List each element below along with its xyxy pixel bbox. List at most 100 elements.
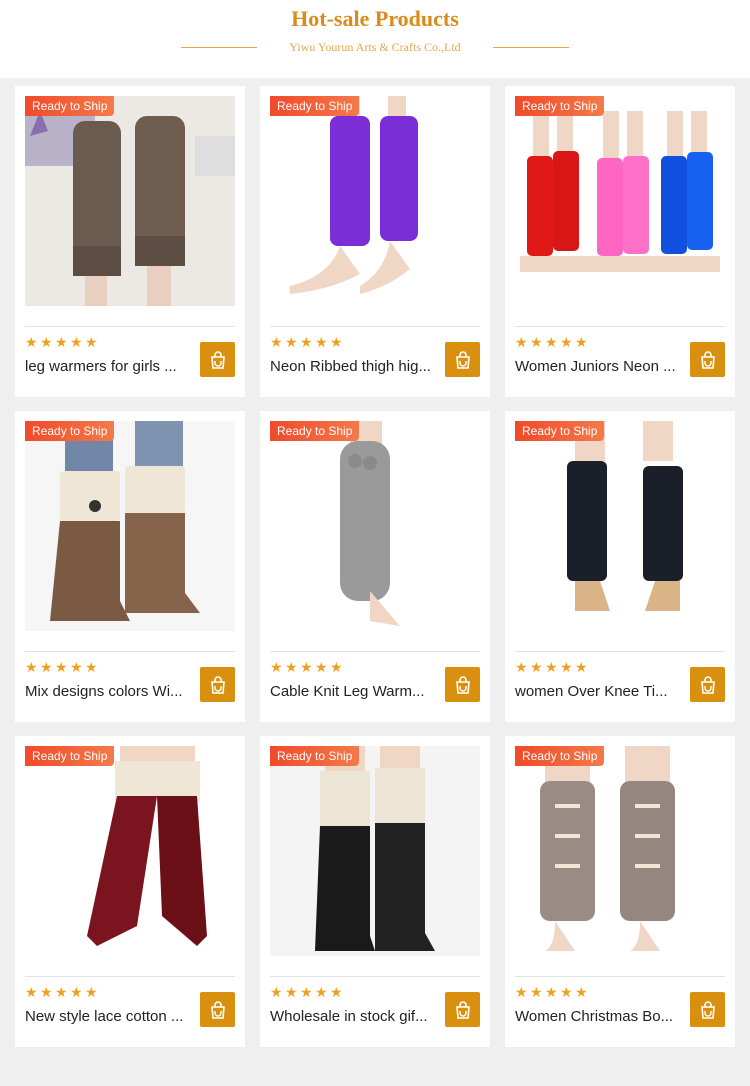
star-icon: ★: [40, 660, 53, 676]
section-header: Hot-sale Products Yiwu Yourun Arts & Cra…: [0, 0, 750, 78]
card-divider: [515, 651, 725, 652]
product-card[interactable]: Ready to Ship ★ ★ ★ ★ ★ New style lace cotton …: [15, 736, 245, 1047]
add-to-cart-button[interactable]: [200, 342, 235, 377]
product-name[interactable]: Women Juniors Neon ...: [515, 358, 683, 375]
add-to-cart-button[interactable]: [200, 992, 235, 1027]
star-icon: ★: [530, 335, 543, 351]
star-icon: ★: [300, 335, 313, 351]
product-name[interactable]: women Over Knee Ti...: [515, 683, 683, 700]
star-icon: ★: [300, 660, 313, 676]
product-name[interactable]: Women Christmas Bo...: [515, 1008, 683, 1025]
product-name[interactable]: leg warmers for girls ...: [25, 358, 193, 375]
star-icon: ★: [55, 985, 68, 1001]
product-name[interactable]: Mix designs colors Wi...: [25, 683, 193, 700]
star-icon: ★: [530, 985, 543, 1001]
product-card[interactable]: Ready to Ship ★ ★ ★ ★ ★ Cable Knit Leg Warm...: [260, 411, 490, 722]
star-icon: ★: [545, 335, 558, 351]
product-name[interactable]: Neon Ribbed thigh hig...: [270, 358, 438, 375]
star-icon: ★: [575, 660, 588, 676]
star-icon: ★: [315, 985, 328, 1001]
add-to-cart-button[interactable]: [445, 667, 480, 702]
rating-stars: ★ ★ ★ ★ ★: [515, 661, 589, 675]
star-icon: ★: [315, 660, 328, 676]
ready-to-ship-badge: Ready to Ship: [25, 96, 115, 116]
shopping-bag-icon: [700, 350, 715, 369]
add-to-cart-button[interactable]: [690, 342, 725, 377]
rating-stars: ★ ★ ★ ★ ★: [25, 336, 99, 350]
product-card[interactable]: Ready to Ship ★ ★ ★ ★ ★ women Over Knee Ti...: [505, 411, 735, 722]
product-image[interactable]: [515, 421, 725, 631]
star-icon: ★: [560, 985, 573, 1001]
product-photo: [515, 96, 725, 306]
shopping-bag-icon: [455, 1000, 470, 1019]
star-icon: ★: [270, 660, 283, 676]
product-photo: [515, 421, 725, 631]
rating-stars: ★ ★ ★ ★ ★: [515, 336, 589, 350]
star-icon: ★: [330, 660, 343, 676]
product-image[interactable]: [515, 746, 725, 956]
product-card[interactable]: Ready to Ship ★ ★ ★ ★ ★ leg warmers for girls …: [15, 86, 245, 397]
star-icon: ★: [85, 660, 98, 676]
product-card[interactable]: Ready to Ship ★ ★ ★ ★ ★ Mix designs colors Wi.…: [15, 411, 245, 722]
product-photo: [270, 421, 480, 631]
ready-to-ship-badge: Ready to Ship: [515, 421, 605, 441]
add-to-cart-button[interactable]: [690, 667, 725, 702]
ready-to-ship-badge: Ready to Ship: [270, 421, 360, 441]
product-card[interactable]: Ready to Ship ★ ★ ★ ★ ★ Wholesale in stock gif…: [260, 736, 490, 1047]
ready-to-ship-badge: Ready to Ship: [515, 746, 605, 766]
star-icon: ★: [85, 985, 98, 1001]
product-name[interactable]: Wholesale in stock gif...: [270, 1008, 438, 1025]
star-icon: ★: [330, 335, 343, 351]
product-photo: [270, 96, 480, 306]
star-icon: ★: [270, 335, 283, 351]
star-icon: ★: [560, 335, 573, 351]
rating-stars: ★ ★ ★ ★ ★: [270, 336, 344, 350]
star-icon: ★: [545, 985, 558, 1001]
star-icon: ★: [560, 660, 573, 676]
shopping-bag-icon: [700, 1000, 715, 1019]
product-image[interactable]: [25, 96, 235, 306]
star-icon: ★: [330, 985, 343, 1001]
product-card[interactable]: Ready to Ship ★ ★ ★ ★ ★ Women Christmas Bo...: [505, 736, 735, 1047]
star-icon: ★: [25, 660, 38, 676]
star-icon: ★: [25, 335, 38, 351]
product-card[interactable]: Ready to Ship ★ ★ ★ ★ ★ Women Juniors Neon ...: [505, 86, 735, 397]
add-to-cart-button[interactable]: [445, 342, 480, 377]
product-card[interactable]: Ready to Ship ★ ★ ★ ★ ★ Neon Ribbed thigh hig.…: [260, 86, 490, 397]
product-name[interactable]: Cable Knit Leg Warm...: [270, 683, 438, 700]
product-photo: [25, 421, 235, 631]
star-icon: ★: [575, 335, 588, 351]
star-icon: ★: [515, 985, 528, 1001]
star-icon: ★: [285, 660, 298, 676]
product-image[interactable]: [25, 746, 235, 956]
star-icon: ★: [55, 660, 68, 676]
product-image[interactable]: [270, 746, 480, 956]
star-icon: ★: [40, 985, 53, 1001]
rating-stars: ★ ★ ★ ★ ★: [270, 661, 344, 675]
star-icon: ★: [315, 335, 328, 351]
shopping-bag-icon: [700, 675, 715, 694]
card-divider: [515, 326, 725, 327]
star-icon: ★: [40, 335, 53, 351]
product-image[interactable]: [25, 421, 235, 631]
star-icon: ★: [515, 335, 528, 351]
star-icon: ★: [300, 985, 313, 1001]
product-name[interactable]: New style lace cotton ...: [25, 1008, 193, 1025]
add-to-cart-button[interactable]: [200, 667, 235, 702]
section-title: Hot-sale Products: [291, 6, 459, 31]
star-icon: ★: [70, 660, 83, 676]
product-photo: [515, 746, 725, 956]
shopping-bag-icon: [455, 675, 470, 694]
rating-stars: ★ ★ ★ ★ ★: [515, 986, 589, 1000]
add-to-cart-button[interactable]: [445, 992, 480, 1027]
shopping-bag-icon: [210, 675, 225, 694]
star-icon: ★: [25, 985, 38, 1001]
ready-to-ship-badge: Ready to Ship: [25, 746, 115, 766]
product-image[interactable]: [515, 96, 725, 306]
ready-to-ship-badge: Ready to Ship: [25, 421, 115, 441]
add-to-cart-button[interactable]: [690, 992, 725, 1027]
product-image[interactable]: [270, 96, 480, 306]
product-image[interactable]: [270, 421, 480, 631]
star-icon: ★: [285, 335, 298, 351]
product-photo: [25, 96, 235, 306]
